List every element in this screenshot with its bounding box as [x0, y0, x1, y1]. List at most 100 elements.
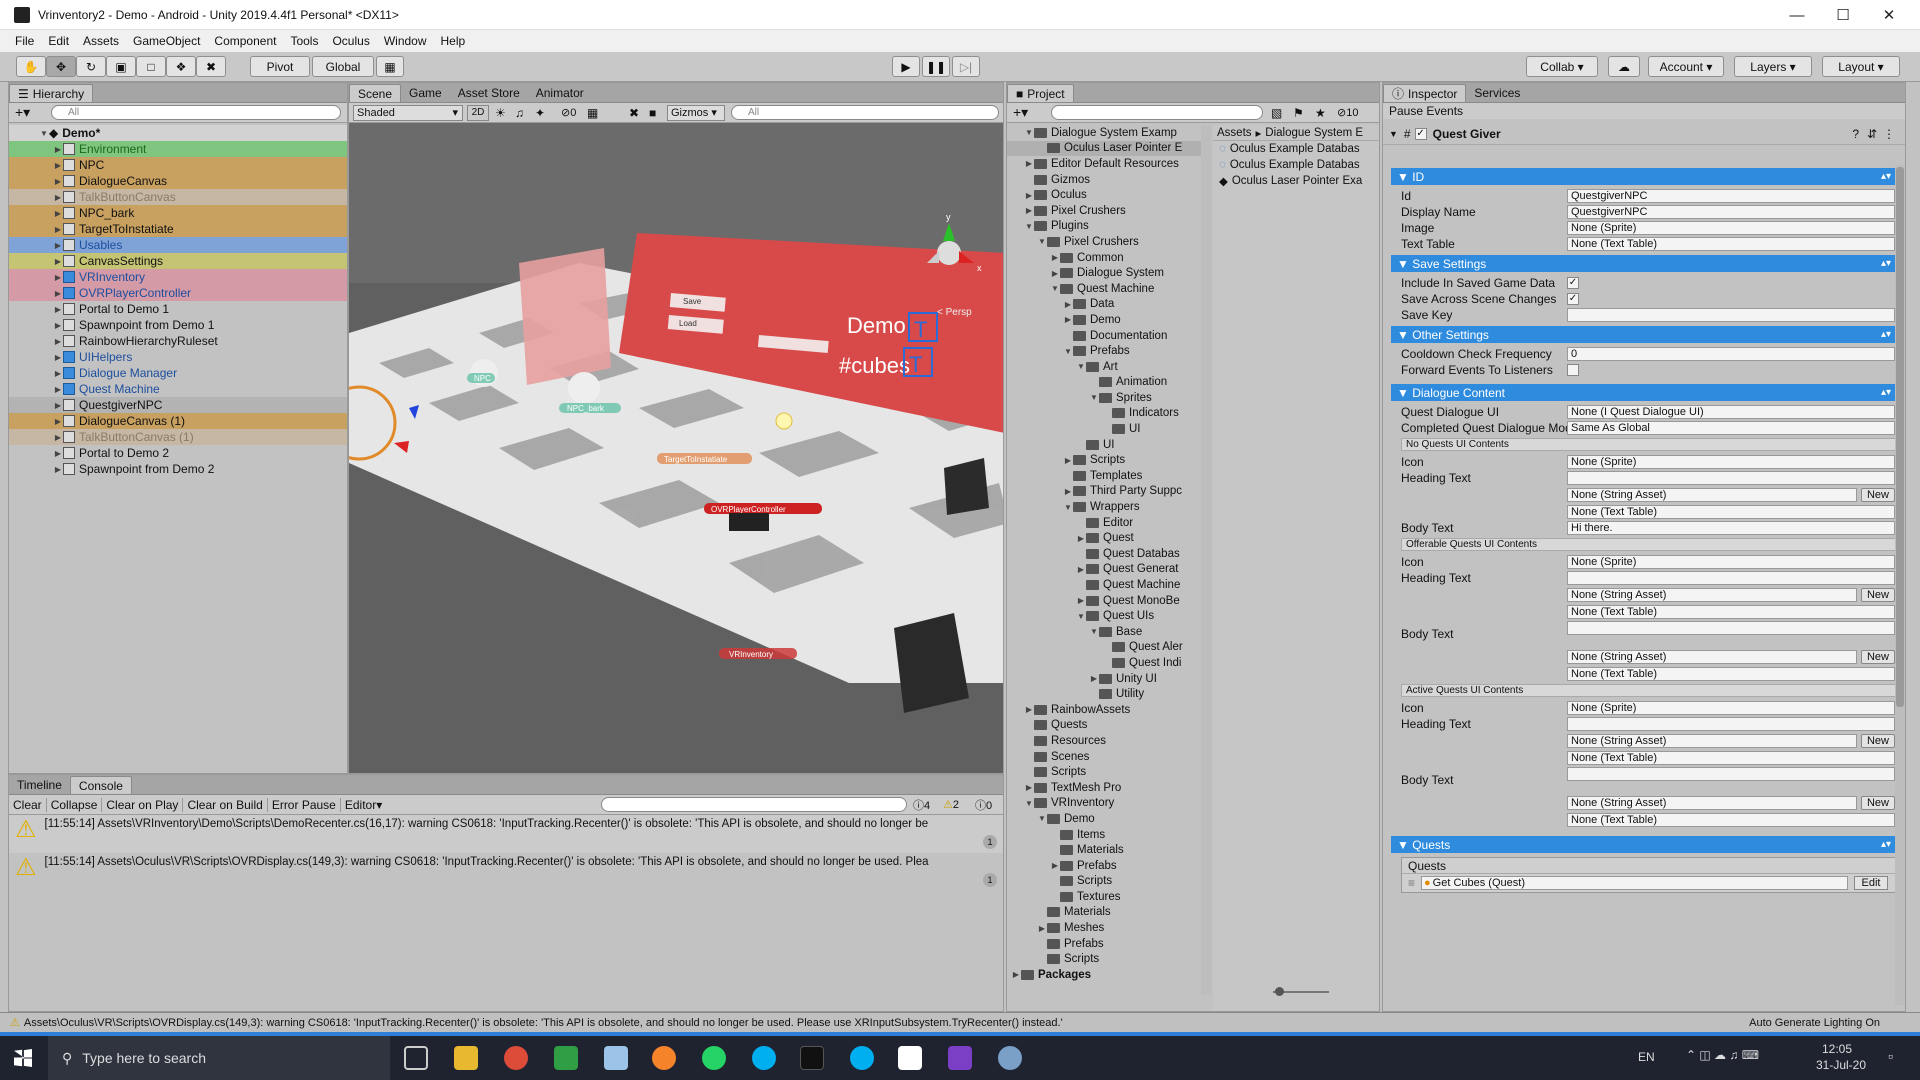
expand-arrow-icon[interactable]: ▶: [1063, 315, 1073, 324]
visual-studio-icon[interactable]: [948, 1046, 972, 1070]
task-view-icon[interactable]: [404, 1046, 428, 1070]
string-asset-field[interactable]: None (String Asset): [1567, 796, 1857, 810]
project-folder-item[interactable]: Textures: [1007, 889, 1203, 905]
collab-dropdown[interactable]: Collab ▾: [1526, 56, 1598, 77]
hierarchy-item[interactable]: ▶ VRInventory: [9, 269, 347, 285]
step-button[interactable]: ▷|: [952, 56, 980, 77]
hierarchy-item[interactable]: ▶ Dialogue Manager: [9, 365, 347, 381]
hierarchy-item[interactable]: ▶ Usables: [9, 237, 347, 253]
inspector-scroll-thumb[interactable]: [1896, 167, 1904, 707]
project-folder-item[interactable]: ▼ Sprites: [1007, 390, 1203, 406]
new-button[interactable]: New: [1861, 796, 1895, 810]
lighting-icon[interactable]: ☀: [495, 106, 506, 120]
custom-tool-icon[interactable]: ✖: [196, 56, 226, 77]
project-folder-item[interactable]: Scripts: [1007, 874, 1203, 890]
field-value[interactable]: QuestgiverNPC: [1567, 205, 1895, 219]
cooldown-field[interactable]: 0: [1567, 347, 1895, 361]
hierarchy-item[interactable]: ▶ UIHelpers: [9, 349, 347, 365]
quest-edit-button[interactable]: Edit: [1854, 876, 1888, 890]
expand-arrow-icon[interactable]: ▶: [53, 433, 63, 442]
expand-arrow-icon[interactable]: ▼: [1024, 799, 1034, 808]
expand-arrow-icon[interactable]: ▶: [1063, 300, 1073, 309]
expand-arrow-icon[interactable]: ▶: [53, 401, 63, 410]
section-save-header[interactable]: ▼ Save Settings ▴▾: [1391, 255, 1897, 272]
expand-arrow-icon[interactable]: ▶: [1050, 253, 1060, 262]
grid-icon[interactable]: ▦: [587, 106, 598, 120]
project-folder-item[interactable]: ▶ TextMesh Pro: [1007, 780, 1203, 796]
menu-window[interactable]: Window: [377, 34, 434, 48]
expand-arrow-icon[interactable]: ▼: [1037, 237, 1047, 246]
console-message-row[interactable]: ⚠ [11:55:14] Assets\Oculus\VR\Scripts\OV…: [9, 853, 1003, 891]
project-folder-item[interactable]: ▼ Wrappers: [1007, 499, 1203, 515]
project-folder-item[interactable]: ▼ Prefabs: [1007, 343, 1203, 359]
expand-arrow-icon[interactable]: ▶: [53, 305, 63, 314]
project-folder-item[interactable]: ▶ Packages: [1007, 967, 1203, 983]
layers-dropdown[interactable]: Layers ▾: [1734, 56, 1812, 77]
heading-text-field[interactable]: [1567, 471, 1895, 485]
skype-icon[interactable]: [752, 1046, 776, 1070]
quest-list-item[interactable]: ≡ ● Get Cubes (Quest) Edit: [1402, 874, 1896, 892]
tab-animator[interactable]: Animator: [528, 84, 592, 102]
expand-arrow-icon[interactable]: ▶: [1076, 565, 1086, 574]
expand-arrow-icon[interactable]: ▶: [1076, 596, 1086, 605]
menu-file[interactable]: File: [8, 34, 41, 48]
expand-arrow-icon[interactable]: ▶: [1024, 191, 1034, 200]
expand-arrow-icon[interactable]: ▼: [1050, 284, 1060, 293]
grid-snap-icon[interactable]: ▦: [376, 56, 404, 77]
tab-inspector[interactable]: ⓘ Inspector: [1383, 84, 1467, 102]
new-button[interactable]: New: [1861, 650, 1895, 664]
2d-toggle[interactable]: 2D: [467, 104, 489, 121]
menu-oculus[interactable]: Oculus: [325, 34, 376, 48]
favorites-icon[interactable]: ★: [1315, 106, 1326, 120]
project-folder-item[interactable]: Resources: [1007, 733, 1203, 749]
menu-help[interactable]: Help: [434, 34, 473, 48]
expand-arrow-icon[interactable]: ▶: [53, 225, 63, 234]
expand-arrow-icon[interactable]: ▶: [1024, 705, 1034, 714]
expand-arrow-icon[interactable]: ▶: [53, 385, 63, 394]
project-folder-item[interactable]: Prefabs: [1007, 936, 1203, 952]
menu-tools[interactable]: Tools: [283, 34, 325, 48]
hierarchy-item[interactable]: ▶ CanvasSettings: [9, 253, 347, 269]
hierarchy-item[interactable]: ▶ TalkButtonCanvas: [9, 189, 347, 205]
body-text-field[interactable]: [1567, 621, 1895, 635]
menu-edit[interactable]: Edit: [41, 34, 76, 48]
hierarchy-search-input[interactable]: All: [51, 105, 341, 120]
project-folder-item[interactable]: ▶ Demo: [1007, 312, 1203, 328]
expand-arrow-icon[interactable]: ▶: [53, 273, 63, 282]
filter-by-label-icon[interactable]: ⚑: [1293, 106, 1304, 120]
project-folder-item[interactable]: ▶ Meshes: [1007, 920, 1203, 936]
project-folder-item[interactable]: ▶ Common: [1007, 250, 1203, 266]
play-button[interactable]: ▶: [892, 56, 920, 77]
gizmos-dropdown[interactable]: Gizmos ▾: [667, 104, 725, 121]
project-folder-item[interactable]: ▼ Demo: [1007, 811, 1203, 827]
tab-scene[interactable]: Scene: [349, 84, 402, 102]
clock-date[interactable]: 31-Jul-20: [1816, 1058, 1866, 1072]
maximize-button[interactable]: ☐: [1820, 0, 1866, 30]
project-folder-item[interactable]: ▼ Quest UIs: [1007, 608, 1203, 624]
hierarchy-item[interactable]: ▶ Portal to Demo 1: [9, 301, 347, 317]
new-button[interactable]: New: [1861, 488, 1895, 502]
project-folder-item[interactable]: ▼ VRInventory: [1007, 796, 1203, 812]
expand-arrow-icon[interactable]: ▶: [1050, 861, 1060, 870]
project-folder-item[interactable]: ▶ Quest Generat: [1007, 562, 1203, 578]
layout-dropdown[interactable]: Layout ▾: [1822, 56, 1900, 77]
hierarchy-item[interactable]: ▶ TalkButtonCanvas (1): [9, 429, 347, 445]
project-folder-item[interactable]: Quests: [1007, 718, 1203, 734]
clear-on-build-button[interactable]: Clear on Build: [183, 797, 268, 812]
notepad-plus-icon[interactable]: [554, 1046, 578, 1070]
expand-arrow-icon[interactable]: ▼: [1076, 612, 1086, 621]
expand-arrow-icon[interactable]: ▶: [1011, 970, 1021, 979]
hierarchy-item[interactable]: ▶ Portal to Demo 2: [9, 445, 347, 461]
project-folder-item[interactable]: ▶ Oculus: [1007, 187, 1203, 203]
icon-field[interactable]: None (Sprite): [1567, 555, 1895, 569]
project-folder-item[interactable]: ▼ Dialogue System Examp: [1007, 125, 1203, 141]
camera-icon[interactable]: ■: [649, 106, 656, 120]
expand-arrow-icon[interactable]: ▶: [53, 353, 63, 362]
inspector-scrollbar[interactable]: [1895, 165, 1905, 1005]
project-folder-item[interactable]: ▼ Art: [1007, 359, 1203, 375]
hierarchy-item[interactable]: ▶ QuestgiverNPC: [9, 397, 347, 413]
project-folder-item[interactable]: Materials: [1007, 842, 1203, 858]
include-saved-checkbox[interactable]: ✓: [1567, 277, 1579, 289]
project-folder-item[interactable]: Gizmos: [1007, 172, 1203, 188]
rect-tool-icon[interactable]: □: [136, 56, 166, 77]
